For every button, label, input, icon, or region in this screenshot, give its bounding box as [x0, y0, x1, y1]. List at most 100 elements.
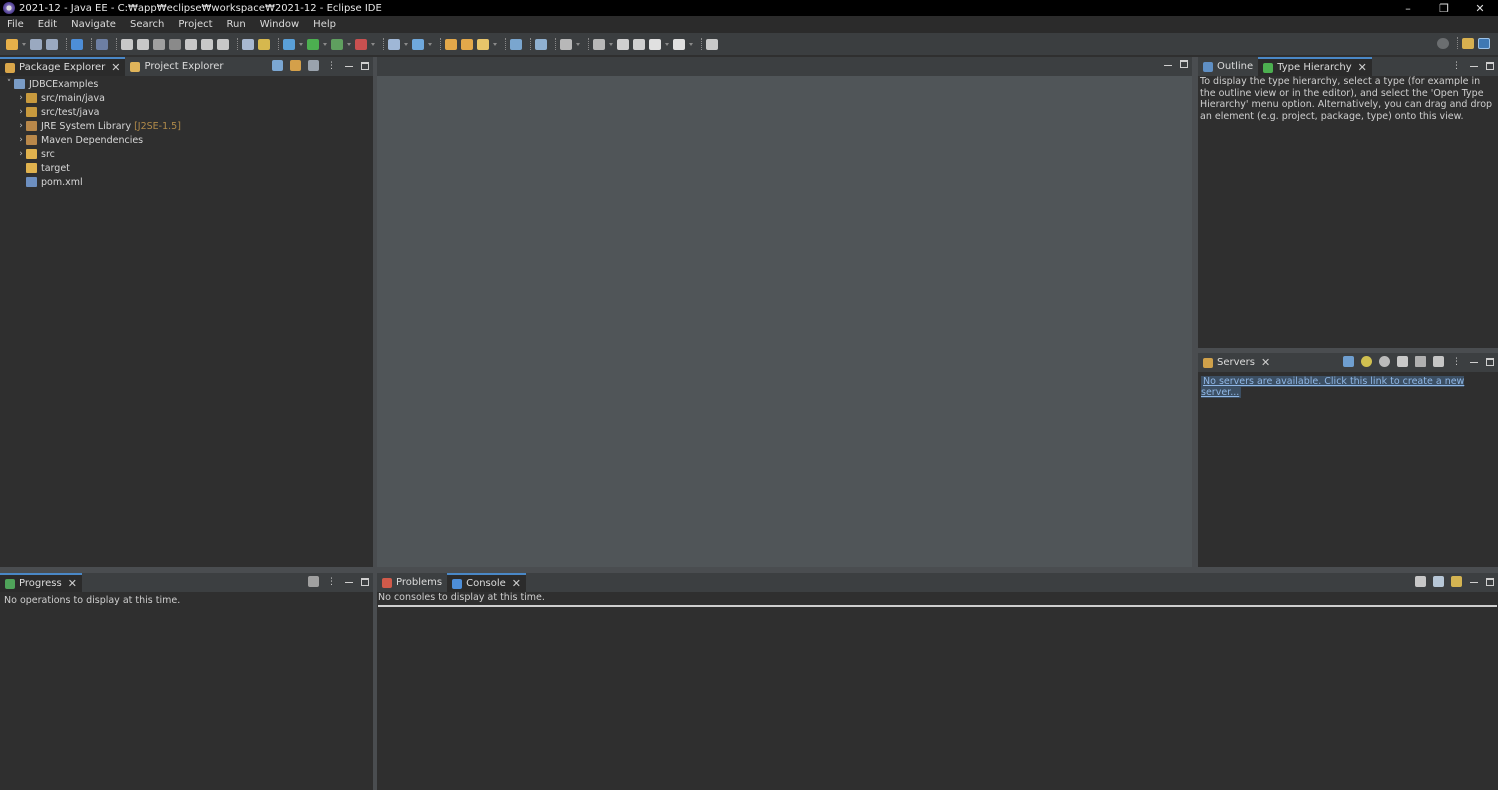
search-toolbar-icon[interactable] — [477, 38, 489, 50]
right-sash[interactable] — [1192, 57, 1198, 567]
editor-body[interactable] — [377, 76, 1192, 567]
forward-dropdown-icon[interactable] — [689, 42, 693, 46]
tree-item[interactable]: › src/main/java — [0, 91, 373, 105]
disconnect-icon[interactable] — [169, 38, 181, 50]
publish-icon[interactable] — [258, 38, 270, 50]
remove-all-finished-icon[interactable] — [308, 576, 319, 587]
chevron-right-icon[interactable]: › — [16, 93, 26, 103]
debug-dropdown-icon[interactable] — [299, 42, 303, 46]
chevron-right-icon[interactable]: › — [16, 121, 26, 131]
menu-search[interactable]: Search — [123, 19, 171, 30]
resume-icon[interactable] — [121, 38, 133, 50]
menu-project[interactable]: Project — [171, 19, 219, 30]
open-type-icon[interactable] — [445, 38, 457, 50]
minimize-button[interactable]: – — [1390, 0, 1426, 16]
minimize-icon[interactable] — [345, 580, 353, 583]
menu-window[interactable]: Window — [253, 19, 306, 30]
new-class-icon[interactable] — [412, 38, 424, 50]
back-dropdown-icon[interactable] — [665, 42, 669, 46]
next-annotation-dropdown-icon[interactable] — [576, 42, 580, 46]
menu-run[interactable]: Run — [220, 19, 253, 30]
minimize-icon[interactable] — [1470, 580, 1478, 583]
display-console-icon[interactable] — [1433, 576, 1444, 587]
close-icon[interactable]: ✕ — [111, 61, 120, 74]
view-menu-icon[interactable]: ⋮ — [326, 576, 337, 587]
maximize-icon[interactable] — [1180, 60, 1188, 68]
maximize-icon[interactable] — [361, 577, 369, 586]
tab-outline[interactable]: Outline — [1198, 57, 1258, 76]
tab-type-hierarchy[interactable]: Type Hierarchy ✕ — [1258, 57, 1372, 76]
coverage-icon[interactable] — [331, 38, 343, 50]
open-console-icon[interactable] — [1415, 576, 1426, 587]
tab-progress[interactable]: Progress ✕ — [0, 573, 82, 592]
suspend-icon[interactable] — [137, 38, 149, 50]
tree-item[interactable]: › src — [0, 147, 373, 161]
publish-server-icon[interactable] — [1433, 356, 1444, 367]
next-annotation-icon[interactable] — [560, 38, 572, 50]
close-icon[interactable]: ✕ — [68, 577, 77, 590]
new-java-project-dropdown-icon[interactable] — [404, 42, 408, 46]
save-all-icon[interactable] — [46, 38, 58, 50]
maximize-icon[interactable] — [361, 61, 369, 70]
servers-toolbar-icon[interactable] — [242, 38, 254, 50]
pin-editor-icon[interactable] — [593, 38, 605, 50]
close-icon[interactable]: ✕ — [1261, 356, 1270, 369]
last-edit-icon[interactable] — [617, 38, 629, 50]
minimize-icon[interactable] — [1470, 360, 1478, 363]
close-icon[interactable]: ✕ — [1358, 61, 1367, 74]
search-dropdown-icon[interactable] — [493, 42, 497, 46]
maximize-icon[interactable] — [1486, 357, 1494, 366]
new-icon[interactable] — [6, 38, 18, 50]
new-class-dropdown-icon[interactable] — [428, 42, 432, 46]
web-browser-icon[interactable] — [510, 38, 522, 50]
java-ee-perspective-icon[interactable] — [1478, 37, 1490, 49]
save-icon[interactable] — [30, 38, 42, 50]
open-console-icon[interactable] — [706, 38, 718, 50]
maximize-icon[interactable] — [1486, 577, 1494, 586]
pin-editor-dropdown-icon[interactable] — [609, 42, 613, 46]
forward-icon[interactable] — [673, 38, 685, 50]
collapse-icon[interactable] — [1343, 356, 1354, 367]
chevron-right-icon[interactable]: › — [16, 149, 26, 159]
chevron-down-icon[interactable]: ˅ — [4, 79, 14, 89]
next-edit-icon[interactable] — [633, 38, 645, 50]
create-server-link[interactable]: No servers are available. Click this lin… — [1201, 376, 1465, 398]
left-sash[interactable] — [373, 57, 377, 790]
step-return-icon[interactable] — [217, 38, 229, 50]
close-icon[interactable]: ✕ — [512, 577, 521, 590]
step-into-icon[interactable] — [185, 38, 197, 50]
new-console-icon[interactable] — [1451, 576, 1462, 587]
skip-breakpoints-icon[interactable] — [96, 38, 108, 50]
new-dropdown-icon[interactable] — [22, 42, 26, 46]
terminal-icon[interactable] — [71, 38, 83, 50]
external-tools-icon[interactable] — [355, 38, 367, 50]
tree-item[interactable]: › Maven Dependencies — [0, 133, 373, 147]
menu-file[interactable]: File — [0, 19, 31, 30]
run-dropdown-icon[interactable] — [323, 42, 327, 46]
focus-on-task-icon[interactable] — [308, 60, 319, 71]
right-horizontal-sash[interactable] — [1198, 348, 1498, 353]
terminate-icon[interactable] — [153, 38, 165, 50]
start-server-icon[interactable] — [1379, 356, 1390, 367]
view-menu-icon[interactable]: ⋮ — [1451, 60, 1462, 71]
profile-server-icon[interactable] — [1397, 356, 1408, 367]
new-java-project-icon[interactable] — [388, 38, 400, 50]
chevron-right-icon[interactable]: › — [16, 107, 26, 117]
view-menu-icon[interactable]: ⋮ — [326, 60, 337, 71]
menu-help[interactable]: Help — [306, 19, 343, 30]
tab-console[interactable]: Console ✕ — [447, 573, 527, 592]
close-window-button[interactable]: ✕ — [1462, 0, 1498, 16]
stop-server-icon[interactable] — [1415, 356, 1426, 367]
tree-item[interactable]: › src/test/java — [0, 105, 373, 119]
open-task-icon[interactable] — [461, 38, 473, 50]
debug-server-icon[interactable] — [1361, 356, 1372, 367]
collapse-all-icon[interactable] — [272, 60, 283, 71]
chevron-right-icon[interactable]: › — [16, 135, 26, 145]
minimize-icon[interactable] — [1470, 64, 1478, 67]
menu-edit[interactable]: Edit — [31, 19, 64, 30]
run-icon[interactable] — [307, 38, 319, 50]
tree-item[interactable]: target — [0, 161, 373, 175]
link-with-editor-icon[interactable] — [290, 60, 301, 71]
debug-icon[interactable] — [283, 38, 295, 50]
menu-navigate[interactable]: Navigate — [64, 19, 123, 30]
